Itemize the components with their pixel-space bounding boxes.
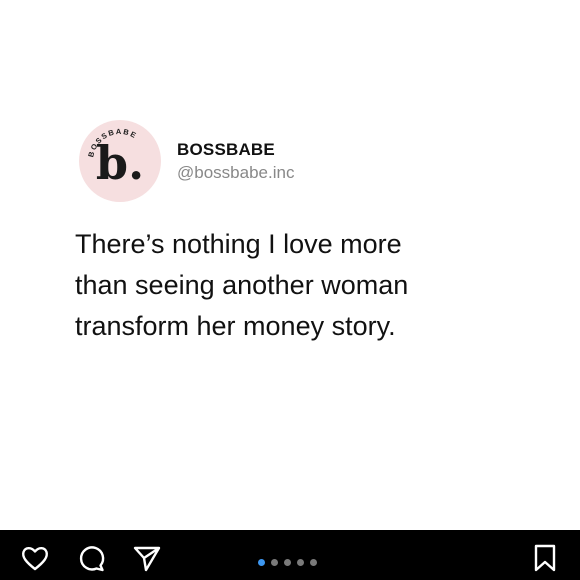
- instagram-post-screen: BOSSBABE b. BOSSBABE @bossbabe.inc There…: [0, 0, 580, 580]
- action-bar: [0, 530, 580, 580]
- tweet-style-header: BOSSBABE b. BOSSBABE @bossbabe.inc: [79, 120, 294, 202]
- bookmark-icon[interactable]: [530, 543, 560, 573]
- quote-line: than seeing another woman: [75, 270, 409, 300]
- quote-text: There’s nothing I love more than seeing …: [75, 224, 525, 347]
- logo-letter: b.: [95, 136, 145, 190]
- quote-line: There’s nothing I love more: [75, 229, 402, 259]
- account-names: BOSSBABE @bossbabe.inc: [177, 140, 294, 183]
- carousel-dot: [284, 559, 291, 566]
- carousel-dot: [297, 559, 304, 566]
- carousel-dot-active: [258, 559, 265, 566]
- carousel-dot: [310, 559, 317, 566]
- send-icon[interactable]: [132, 543, 162, 573]
- comment-icon[interactable]: [76, 543, 106, 573]
- account-handle: @bossbabe.inc: [177, 162, 295, 182]
- carousel-dot: [271, 559, 278, 566]
- avatar: BOSSBABE b.: [79, 120, 161, 202]
- post-image[interactable]: BOSSBABE b. BOSSBABE @bossbabe.inc There…: [0, 0, 580, 530]
- heart-icon[interactable]: [20, 543, 50, 573]
- display-name: BOSSBABE: [177, 139, 275, 159]
- carousel-indicator: [258, 559, 317, 566]
- quote-line: transform her money story.: [75, 311, 396, 341]
